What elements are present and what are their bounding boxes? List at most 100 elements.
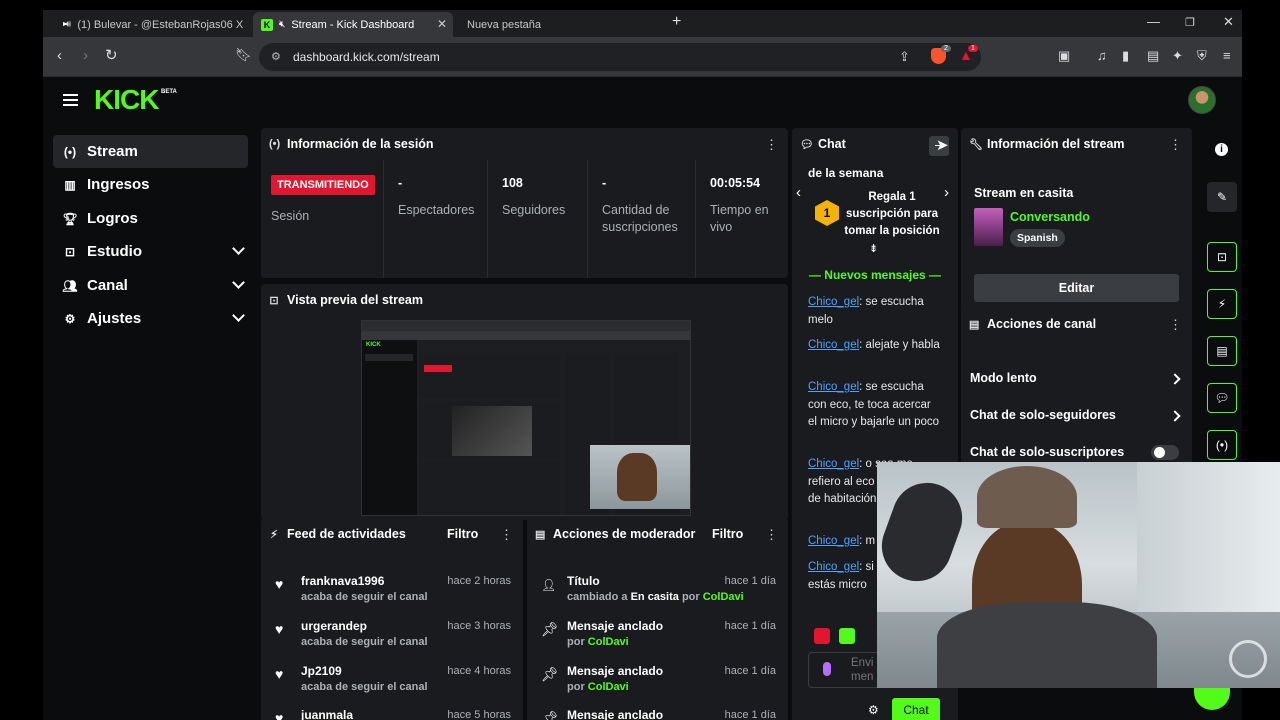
info-icon[interactable]: i xyxy=(1215,143,1228,156)
carousel-next-icon[interactable]: › xyxy=(944,184,949,201)
ai-icon[interactable]: ✦ xyxy=(1172,48,1183,64)
wrench-icon: 🔧︎ xyxy=(969,138,983,151)
gift-leaderboard-text: Regala 1 suscripción para tomar la posic… xyxy=(844,191,940,237)
webcam-overlay xyxy=(877,462,1280,688)
tab-kick-dashboard[interactable]: K 🔇︎ Stream - Kick Dashboard ✕ xyxy=(253,12,453,37)
stat-value: - xyxy=(398,176,403,190)
sidebar-item-canal[interactable]: 👥︎ Canal xyxy=(53,269,248,302)
close-icon[interactable]: ✕ xyxy=(437,17,447,31)
activity-time: hace 3 horas xyxy=(447,620,511,632)
follower-name[interactable]: juanmala xyxy=(301,708,353,720)
more-options-icon[interactable]: ⋮ xyxy=(765,137,778,153)
site-info-icon[interactable]: ⚙︎ xyxy=(271,50,281,63)
collapse-icon[interactable]: ⇟ xyxy=(869,242,878,255)
heart-icon: ♥ xyxy=(275,621,284,637)
panel-header: ⊡ Vista previa del stream xyxy=(261,284,788,316)
action-followers-only[interactable]: Chat de solo-seguidores xyxy=(970,408,1183,428)
list-item: ♥ juanmala hace 5 horas xyxy=(261,704,523,720)
tab-label: Nueva pestaña xyxy=(467,18,541,31)
microphone xyxy=(877,473,972,591)
stream-preview-video[interactable]: KICK xyxy=(361,320,691,516)
activity-description: acaba de seguir el canal xyxy=(301,681,428,693)
moderator-filter-button[interactable]: Filtro xyxy=(712,527,743,541)
new-tab-icon[interactable]: + xyxy=(672,13,681,31)
chevron-down-icon[interactable] xyxy=(232,242,245,255)
action-label: Modo lento xyxy=(970,371,1037,385)
chat-rail-icon[interactable]: 💬︎ xyxy=(1207,383,1237,413)
broadcast-rail-icon[interactable]: (•) xyxy=(1207,430,1237,460)
follower-name[interactable]: urgerandep xyxy=(301,619,367,633)
tab-youtube[interactable]: 🔊︎ (1) Bulevar - @EstebanRojas06 X xyxy=(51,12,247,37)
stat-value: - xyxy=(602,176,607,190)
chevron-down-icon[interactable] xyxy=(232,309,245,322)
stat-label: Cantidad de suscripciones xyxy=(602,203,678,234)
more-options-icon[interactable]: ⋮ xyxy=(1169,317,1182,333)
more-options-icon[interactable]: ⋮ xyxy=(500,527,513,543)
window-icon[interactable]: ▣ xyxy=(1058,48,1070,64)
subscribers-only-toggle[interactable] xyxy=(1151,445,1179,460)
send-chat-button[interactable]: Chat xyxy=(892,698,940,720)
feed-filter-button[interactable]: Filtro xyxy=(447,527,478,541)
bolt-rail-icon[interactable]: ⚡︎ xyxy=(1207,289,1237,319)
sidebar-toggle-icon[interactable]: ▮ xyxy=(1122,48,1129,64)
carousel-prev-icon[interactable]: ‹ xyxy=(796,184,801,201)
url-text: dashboard.kick.com/stream xyxy=(293,50,440,64)
chevron-down-icon[interactable] xyxy=(232,276,245,289)
user-avatar[interactable] xyxy=(1188,86,1216,114)
action-time: hace 1 día xyxy=(724,620,776,632)
chevron-right-icon xyxy=(1169,410,1181,422)
action-label: Chat de solo-seguidores xyxy=(970,408,1116,422)
new-messages-divider: — Nuevos mensajes — xyxy=(808,268,942,282)
maximize-icon[interactable]: ❐ xyxy=(1185,16,1195,29)
stat-followers: 108 Seguidores xyxy=(487,160,587,278)
stat-label: Espectadores xyxy=(398,203,475,217)
music-icon[interactable]: ♫ xyxy=(1097,48,1107,63)
edit-stream-button[interactable]: Editar xyxy=(974,274,1179,302)
bar-chart-icon: ▥ xyxy=(64,177,76,192)
hamburger-menu-icon[interactable] xyxy=(63,94,78,106)
edit-pencil-icon[interactable]: ✎ xyxy=(1207,182,1237,212)
reload-icon[interactable]: ↻ xyxy=(105,46,118,64)
studio-rail-icon[interactable]: ⊡ xyxy=(1207,242,1237,272)
wallet-icon[interactable]: ▤ xyxy=(1147,48,1159,64)
sidebar-item-estudio[interactable]: ⊡ Estudio xyxy=(53,235,248,268)
follower-name[interactable]: franknava1996 xyxy=(301,574,384,588)
panel-title: Acciones de moderador xyxy=(553,527,696,541)
stat-label: Sesión xyxy=(271,209,310,223)
bookmark-icon[interactable]: 🔖︎ xyxy=(235,47,252,63)
follower-name[interactable]: Jp2109 xyxy=(301,664,342,678)
sidebar-item-logros[interactable]: 🏆︎ Logros xyxy=(53,202,248,235)
window-close-icon[interactable]: ✕ xyxy=(1223,14,1234,30)
microphone-icon[interactable] xyxy=(823,662,831,676)
minimize-icon[interactable]: — xyxy=(1147,14,1160,29)
sidebar-item-stream[interactable]: (•) Stream xyxy=(53,135,248,168)
share-icon[interactable]: ⇪ xyxy=(899,49,910,65)
activity-time: hace 4 horas xyxy=(447,665,511,677)
back-icon[interactable]: ‹ xyxy=(57,47,62,64)
menu-icon[interactable]: ≡ xyxy=(1223,48,1231,63)
emote-icon[interactable] xyxy=(839,628,855,644)
chat-bubble-icon: 💬︎ xyxy=(800,138,814,151)
more-options-icon[interactable]: ⋮ xyxy=(1169,137,1182,153)
chat-settings-icon[interactable]: ⚙︎ xyxy=(868,703,879,717)
tab-new[interactable]: Nueva pestaña xyxy=(459,12,659,37)
activity-description: acaba de seguir el canal xyxy=(301,591,428,603)
document-rail-icon[interactable]: ▤ xyxy=(1207,336,1237,366)
forward-icon[interactable]: › xyxy=(83,47,88,64)
category-name[interactable]: Conversando xyxy=(1010,210,1090,224)
emote-icon[interactable] xyxy=(814,628,830,644)
chat-message: Chico_gel: se escucha con eco, te toca a… xyxy=(808,381,940,428)
stat-label: Seguidores xyxy=(502,203,566,217)
more-options-icon[interactable]: ⋮ xyxy=(765,527,778,543)
kick-logo[interactable]: KICK xyxy=(94,84,159,116)
action-slow-mode[interactable]: Modo lento xyxy=(970,371,1183,391)
vpn-icon[interactable]: ⛨ xyxy=(1197,48,1207,64)
sidebar-item-ingresos[interactable]: ▥ Ingresos xyxy=(53,168,248,201)
sidebar-item-ajustes[interactable]: ⚙︎ Ajustes xyxy=(53,302,248,335)
url-bar[interactable]: ⚙︎ dashboard.kick.com/stream ⇪ xyxy=(259,43,981,71)
bolt-icon: ⚡︎ xyxy=(270,528,278,541)
panel-header: (•) Información de la sesión xyxy=(261,128,788,160)
action-name: Mensaje anclado xyxy=(567,619,664,633)
gift-rank-badge: 1 xyxy=(815,200,839,226)
chat-message: Chico_gel: alejate y habla xyxy=(808,339,940,351)
